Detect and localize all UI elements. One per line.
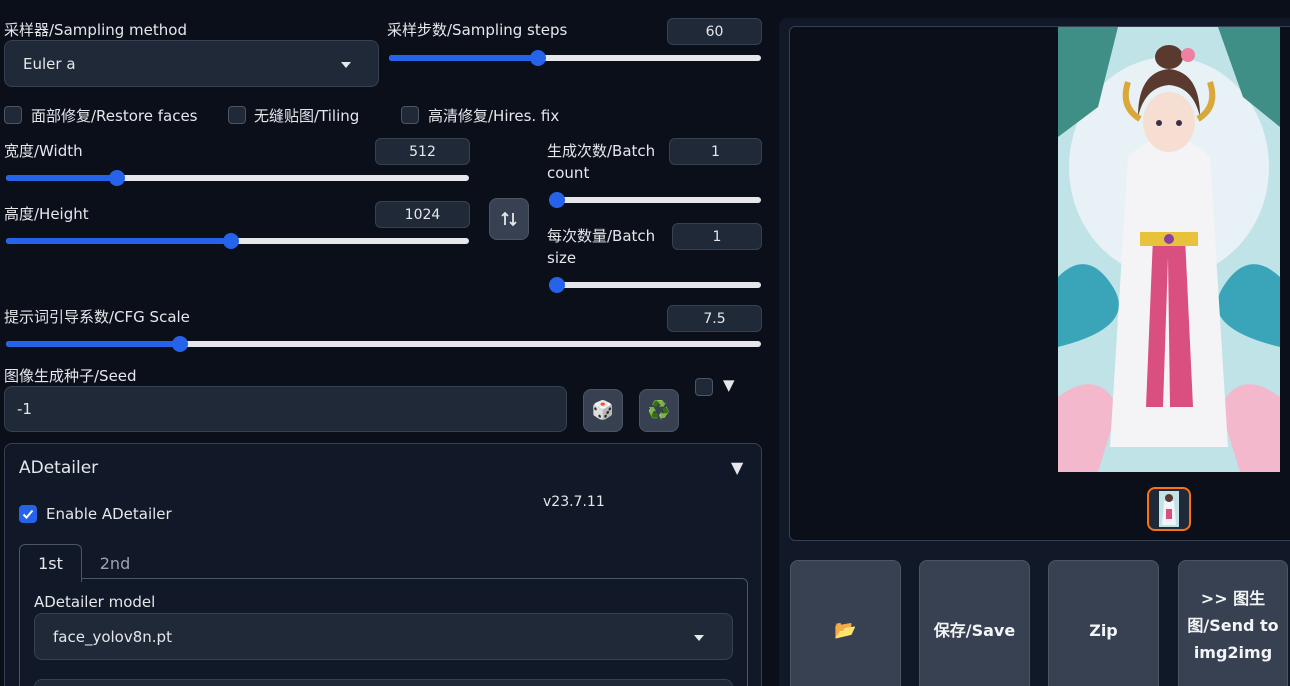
save-button[interactable]: 保存/Save <box>919 560 1030 686</box>
random-seed-button[interactable]: 🎲 <box>583 389 623 432</box>
sampling-method-select[interactable]: Euler a <box>4 40 379 87</box>
batch-count-slider[interactable] <box>549 192 761 208</box>
generated-image[interactable] <box>1058 27 1280 472</box>
adetailer-panel: ADetailer ▼ Enable ADetailer v23.7.11 1s… <box>4 443 762 686</box>
chevron-down-icon <box>341 62 351 68</box>
recycle-icon: ♻️ <box>647 400 671 421</box>
gallery-thumbnail[interactable] <box>1147 487 1191 531</box>
width-label: 宽度/Width <box>4 142 83 160</box>
folder-icon: 📂 <box>834 619 857 641</box>
zip-button[interactable]: Zip <box>1048 560 1159 686</box>
slider-thumb[interactable] <box>549 192 565 208</box>
height-input[interactable]: 1024 <box>375 201 470 228</box>
extra-seed-checkbox[interactable] <box>695 378 713 396</box>
next-field[interactable] <box>34 679 733 686</box>
tab-1st[interactable]: 1st <box>19 544 82 582</box>
seed-input[interactable]: -1 <box>4 386 567 432</box>
tiling-label: 无缝贴图/Tiling <box>254 107 360 125</box>
batch-size-input[interactable]: 1 <box>672 223 762 250</box>
slider-fill <box>6 175 118 181</box>
image-gallery <box>789 26 1290 541</box>
swap-dimensions-button[interactable] <box>489 198 529 240</box>
slider-thumb[interactable] <box>549 277 565 293</box>
slider-thumb[interactable] <box>223 233 240 249</box>
send-to-img2img-label: >> 图生图/Send to img2img <box>1187 589 1279 662</box>
batch-count-input[interactable]: 1 <box>669 138 762 165</box>
enable-adetailer-checkbox[interactable] <box>19 505 37 523</box>
chevron-down-icon <box>694 635 704 641</box>
checkmark-icon <box>22 509 34 519</box>
width-slider[interactable] <box>6 170 469 186</box>
thumbnail-preview-icon <box>1159 491 1179 527</box>
extra-seed-toggle-icon[interactable]: ▼ <box>723 376 735 394</box>
adetailer-title: ADetailer <box>19 458 99 478</box>
sampling-steps-label: 采样步数/Sampling steps <box>387 21 568 39</box>
adetailer-model-label: ADetailer model <box>34 593 156 611</box>
slider-thumb[interactable] <box>171 336 188 352</box>
adetailer-model-select[interactable]: face_yolov8n.pt <box>34 613 733 660</box>
adetailer-model-value: face_yolov8n.pt <box>53 627 172 646</box>
slider-thumb[interactable] <box>109 170 126 186</box>
slider-thumb[interactable] <box>529 50 546 66</box>
slider-fill <box>6 341 180 347</box>
restore-faces-label: 面部修复/Restore faces <box>31 107 198 125</box>
swap-arrows-icon <box>501 211 517 227</box>
tiling-checkbox[interactable] <box>228 106 246 124</box>
height-slider[interactable] <box>6 233 469 249</box>
tab-2nd[interactable]: 2nd <box>85 544 145 582</box>
seed-label: 图像生成种子/Seed <box>4 367 137 385</box>
slider-fill <box>389 55 538 61</box>
enable-adetailer-label: Enable ADetailer <box>46 505 172 523</box>
sampling-steps-slider[interactable] <box>389 50 761 66</box>
cfg-scale-label: 提示词引导系数/CFG Scale <box>4 308 190 326</box>
save-button-label: 保存/Save <box>933 620 1016 640</box>
open-folder-button[interactable]: 📂 <box>790 560 901 686</box>
sampling-method-label: 采样器/Sampling method <box>4 21 187 39</box>
batch-count-label: 生成次数/Batch count <box>547 142 656 182</box>
reuse-seed-button[interactable]: ♻️ <box>639 389 679 432</box>
cfg-scale-slider[interactable] <box>6 336 761 352</box>
sampling-method-value: Euler a <box>23 54 76 73</box>
hires-fix-label: 高清修复/Hires. fix <box>428 107 560 125</box>
batch-size-slider[interactable] <box>549 277 761 293</box>
send-to-img2img-button[interactable]: >> 图生图/Send to img2img <box>1178 560 1288 686</box>
zip-button-label: Zip <box>1089 620 1118 640</box>
restore-faces-checkbox[interactable] <box>4 106 22 124</box>
tab-content: ADetailer model face_yolov8n.pt <box>19 578 748 686</box>
adetailer-version: v23.7.11 <box>543 494 605 510</box>
generated-image-illustration <box>1058 27 1280 472</box>
seed-value: -1 <box>17 400 32 418</box>
dice-icon: 🎲 <box>591 400 615 421</box>
height-label: 高度/Height <box>4 205 89 223</box>
hires-fix-checkbox[interactable] <box>401 106 419 124</box>
collapse-toggle-icon[interactable]: ▼ <box>731 458 743 477</box>
batch-size-label: 每次数量/Batch size <box>547 227 656 267</box>
width-input[interactable]: 512 <box>375 138 470 165</box>
sampling-steps-input[interactable]: 60 <box>667 18 762 45</box>
slider-fill <box>6 238 232 244</box>
cfg-scale-input[interactable]: 7.5 <box>667 305 762 332</box>
